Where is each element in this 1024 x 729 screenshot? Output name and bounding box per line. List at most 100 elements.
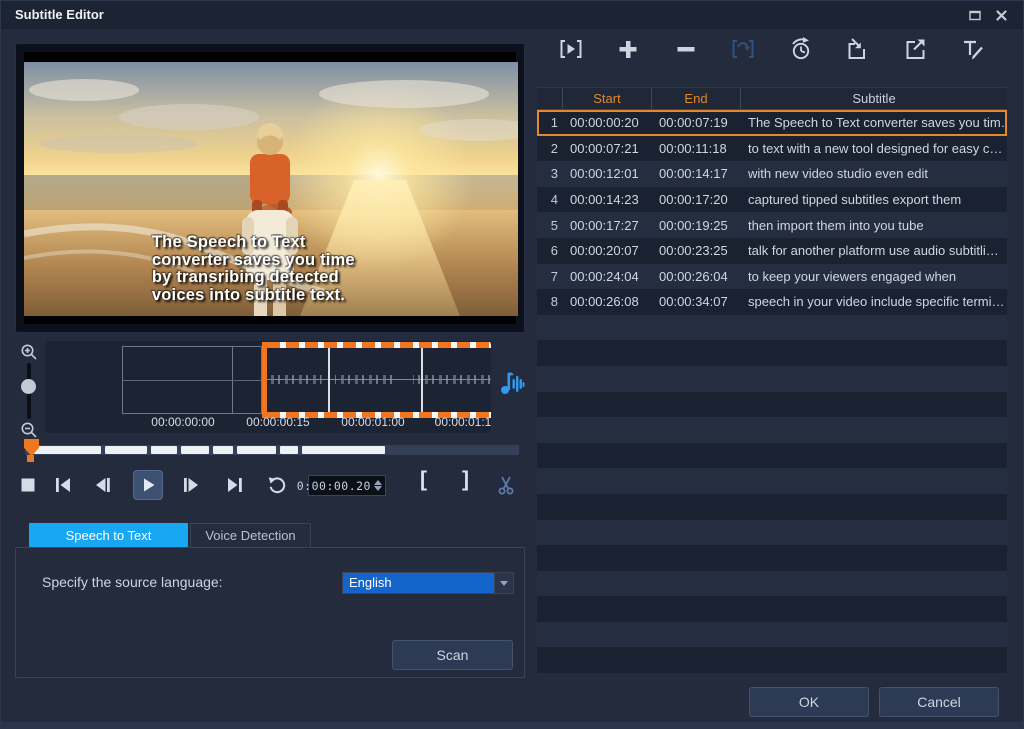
table-empty-row[interactable] [537,417,1007,443]
edit-text-icon[interactable] [959,35,987,63]
table-empty-row[interactable] [537,494,1007,520]
chevron-down-icon[interactable] [494,573,513,593]
remove-subtitle-icon[interactable] [672,35,700,63]
table-cell: 00:00:07:21 [563,141,652,156]
mark-in-icon[interactable]: [ [420,468,427,492]
close-icon[interactable] [993,7,1009,23]
seek-segment [280,446,298,454]
header-number [537,88,563,109]
tab-speech-to-text[interactable]: Speech to Text [29,523,188,547]
subtitle-table: Start End Subtitle 100:00:00:2000:00:07:… [537,87,1007,673]
table-empty-row[interactable] [537,315,1007,341]
table-cell: 00:00:26:04 [652,269,741,284]
seek-segment [181,446,209,454]
table-row[interactable]: 600:00:20:0700:00:23:25talk for another … [537,238,1007,264]
table-empty-row[interactable] [537,647,1007,673]
table-row[interactable]: 300:00:12:0100:00:14:17with new video st… [537,161,1007,187]
ruler-label: 00:00:00:15 [233,415,323,429]
time-offset-icon[interactable] [787,35,815,63]
ok-button[interactable]: OK [749,687,869,717]
table-empty-row[interactable] [537,596,1007,622]
table-empty-row[interactable] [537,392,1007,418]
table-body: 100:00:00:2000:00:07:19The Speech to Tex… [537,110,1007,673]
header-start[interactable]: Start [563,88,652,109]
language-dropdown[interactable]: English [342,572,514,594]
header-subtitle[interactable]: Subtitle [741,88,1007,109]
table-cell: 5 [537,218,563,233]
table-row[interactable]: 700:00:24:0400:00:26:04to keep your view… [537,264,1007,290]
table-row[interactable]: 200:00:07:2100:00:11:18to text with a ne… [537,136,1007,162]
play-subtitle-icon[interactable] [557,35,585,63]
table-cell: 00:00:00:20 [563,115,652,130]
subtitle-overlay: The Speech to Text converter saves you t… [152,234,355,304]
table-cell: to keep your viewers engaged when [741,269,1007,284]
frame-back-button[interactable] [92,474,114,496]
titlebar: Subtitle Editor [1,1,1023,29]
table-row[interactable]: 100:00:00:2000:00:07:19The Speech to Tex… [537,110,1007,136]
seek-segment [151,446,177,454]
play-button[interactable] [133,470,163,500]
speech-to-text-panel: Specify the source language: English Sca… [15,547,525,678]
subtitle-toolbar [537,35,1007,71]
loop-playback-button[interactable] [266,474,288,496]
ruler-label: 00:00:00:00 [138,415,228,429]
video-frame: The Speech to Text converter saves you t… [24,52,516,324]
export-subtitle-icon[interactable] [902,35,930,63]
table-cell: 00:00:23:25 [652,243,741,258]
add-subtitle-icon[interactable] [614,35,642,63]
table-cell: 4 [537,192,563,207]
mark-out-icon[interactable]: ] [462,468,469,492]
table-cell: 6 [537,243,563,258]
zoom-slider-thumb[interactable] [21,379,36,394]
stop-button[interactable] [17,474,39,496]
zoom-out-icon[interactable] [20,421,38,439]
table-cell: with new video studio even edit [741,166,1007,181]
table-cell: to text with a new tool designed for eas… [741,141,1007,156]
scan-button[interactable]: Scan [392,640,513,670]
import-subtitle-icon[interactable] [844,35,872,63]
playhead-tail [27,455,34,462]
header-end[interactable]: End [652,88,741,109]
waveform-timeline[interactable]: 00:00:00:00 00:00:00:15 00:00:01:00 00:0… [45,341,491,433]
timecode-value: 0:00:00.20 [297,479,371,493]
seek-bar[interactable] [15,439,525,463]
tab-voice-detection[interactable]: Voice Detection [190,523,311,547]
timecode-spinner[interactable] [374,480,382,491]
merge-subtitle-icon[interactable] [729,35,757,63]
table-empty-row[interactable] [537,545,1007,571]
table-row[interactable]: 800:00:26:0800:00:34:07speech in your vi… [537,289,1007,315]
timecode-ruler: 00:00:00:00 00:00:00:15 00:00:01:00 00:0… [45,415,491,431]
go-to-start-button[interactable] [52,474,74,496]
table-cell: 00:00:20:07 [563,243,652,258]
table-empty-row[interactable] [537,443,1007,469]
table-cell: 00:00:14:23 [563,192,652,207]
language-selected-value: English [343,573,494,593]
table-header: Start End Subtitle [537,88,1007,110]
table-empty-row[interactable] [537,468,1007,494]
go-to-end-button[interactable] [224,474,246,496]
selected-range[interactable] [262,342,491,418]
seek-track[interactable] [25,445,519,455]
table-cell: captured tipped subtitles export them [741,192,1007,207]
table-empty-row[interactable] [537,571,1007,597]
timecode-input[interactable]: 0:00:00.20 [308,475,386,496]
zoom-in-icon[interactable] [20,343,38,361]
seek-segment [105,446,147,454]
audio-waveform-icon [499,367,525,397]
seek-segment [213,446,233,454]
cut-icon[interactable] [495,474,517,496]
table-empty-row[interactable] [537,366,1007,392]
cancel-button[interactable]: Cancel [879,687,999,717]
table-empty-row[interactable] [537,622,1007,648]
ruler-label: 00:00:01:1 [418,415,491,429]
table-cell: 00:00:14:17 [652,166,741,181]
table-cell: 00:00:26:08 [563,294,652,309]
restore-icon[interactable] [967,7,983,23]
table-row[interactable]: 500:00:17:2700:00:19:25then import them … [537,212,1007,238]
table-cell: 00:00:07:19 [652,115,741,130]
table-row[interactable]: 400:00:14:2300:00:17:20captured tipped s… [537,187,1007,213]
timeline-zoom-controls [17,343,41,439]
table-empty-row[interactable] [537,520,1007,546]
table-empty-row[interactable] [537,340,1007,366]
frame-forward-button[interactable] [180,474,202,496]
